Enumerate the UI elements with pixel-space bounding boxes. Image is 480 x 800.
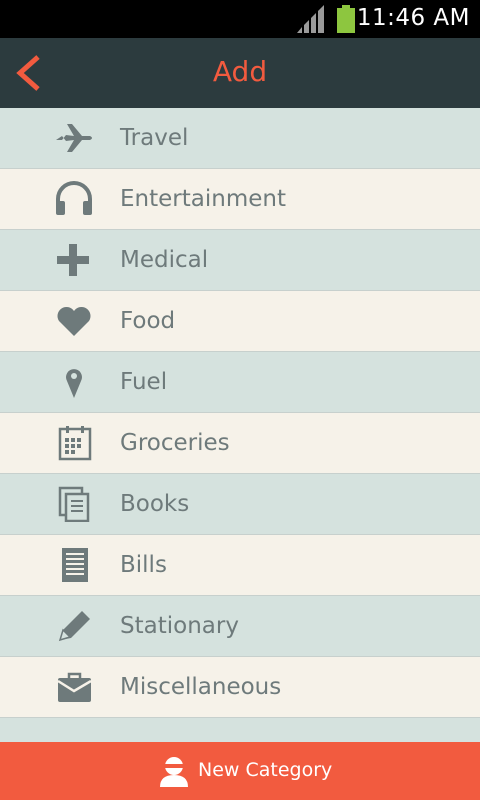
category-label: Books [120, 491, 190, 517]
calendar-grid-icon [58, 426, 92, 461]
category-label: Food [120, 308, 176, 334]
category-label: Groceries [120, 430, 230, 456]
category-item-bills[interactable]: Bills [0, 535, 480, 596]
medical-cross-icon [57, 244, 89, 276]
category-item-stationary[interactable]: Stationary [0, 596, 480, 657]
airplane-icon [56, 124, 92, 152]
category-item-fuel[interactable]: Fuel [0, 352, 480, 413]
category-item-entertainment[interactable]: Entertainment [0, 169, 480, 230]
category-label: Medical [120, 247, 209, 273]
books-icon [58, 486, 90, 522]
battery-icon [337, 5, 355, 33]
headphones-icon [56, 181, 92, 215]
category-label: Stationary [120, 613, 239, 639]
category-label: Fuel [120, 369, 168, 395]
briefcase-icon [57, 672, 92, 702]
status-bar: 11:46 AM [0, 0, 480, 38]
category-item-books[interactable]: Books [0, 474, 480, 535]
category-item-miscellaneous[interactable]: Miscellaneous [0, 657, 480, 718]
app-header: Add [0, 38, 480, 108]
category-list: Travel Entertainment Medical Food Fuel G… [0, 108, 480, 718]
bill-document-icon [62, 548, 88, 582]
location-pin-icon [66, 369, 82, 398]
category-item-travel[interactable]: Travel [0, 108, 480, 169]
category-label: Miscellaneous [120, 674, 282, 700]
user-avatar-icon [160, 757, 188, 787]
status-time: 11:46 AM [356, 5, 470, 31]
category-label: Entertainment [120, 186, 286, 212]
category-label: Bills [120, 552, 167, 578]
page-title: Add [212, 55, 268, 88]
signal-strength-icon [297, 5, 324, 33]
category-label: Travel [120, 125, 189, 151]
heart-icon [57, 306, 91, 336]
category-item-food[interactable]: Food [0, 291, 480, 352]
category-item-medical[interactable]: Medical [0, 230, 480, 291]
pencil-icon [58, 611, 90, 642]
category-item-groceries[interactable]: Groceries [0, 413, 480, 474]
new-category-label: New Category [198, 759, 333, 781]
new-category-button[interactable]: New Category [0, 742, 480, 800]
